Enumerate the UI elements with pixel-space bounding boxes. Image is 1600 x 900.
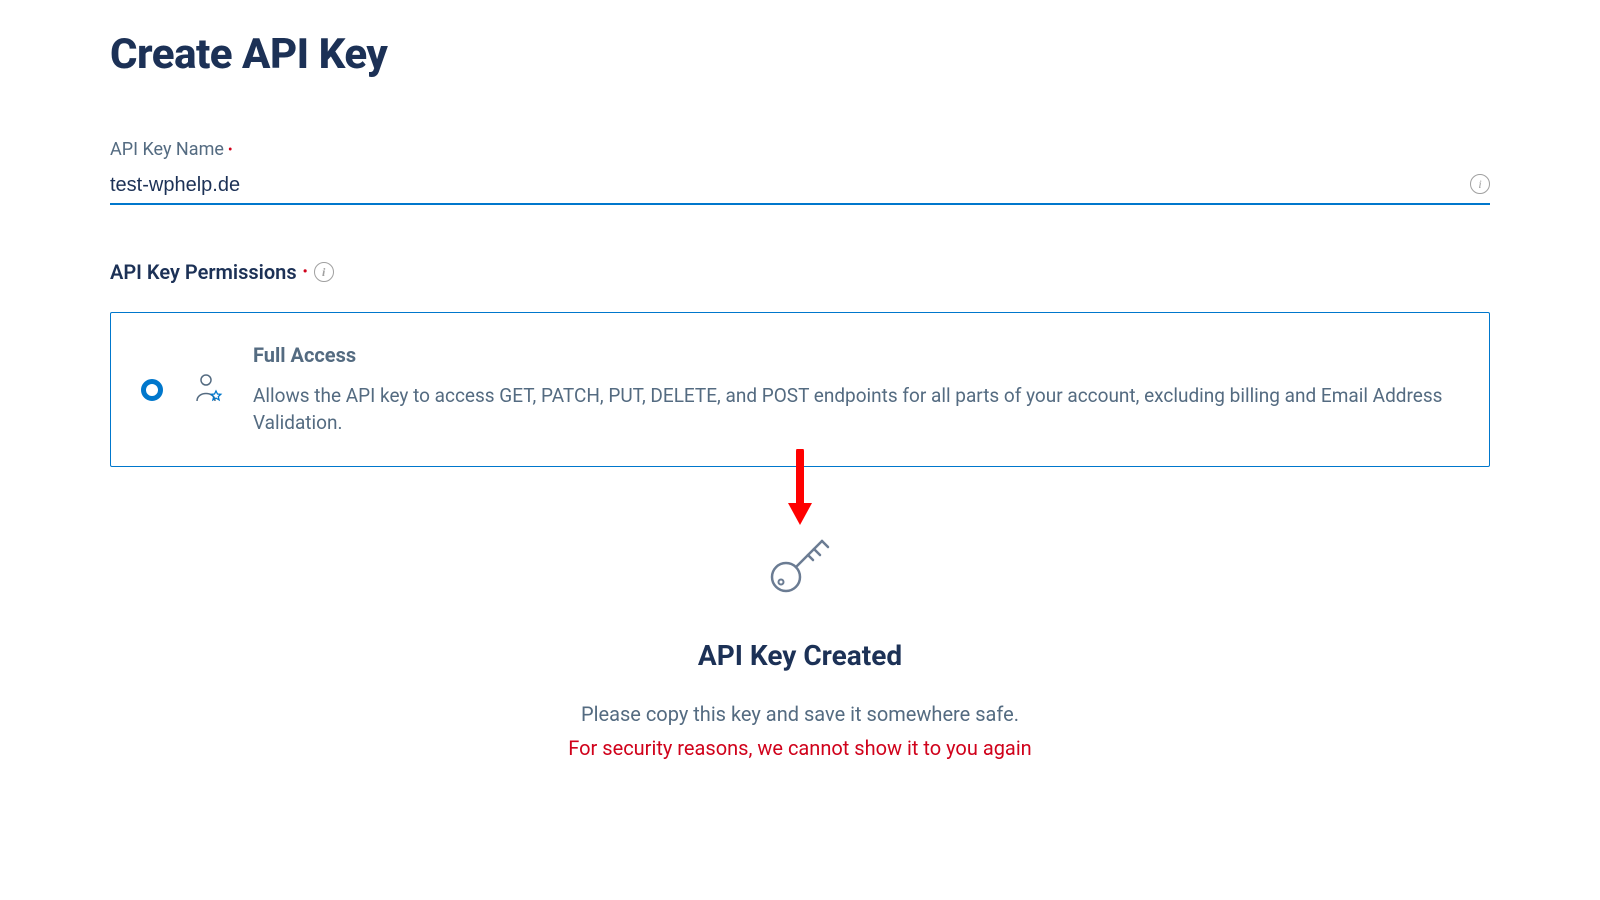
permissions-header-text: API Key Permissions	[110, 260, 297, 284]
arrow-annotation-icon	[110, 449, 1490, 531]
permission-description: Allows the API key to access GET, PATCH,…	[253, 383, 1459, 436]
name-label-text: API Key Name	[110, 139, 224, 160]
required-indicator: •	[303, 265, 308, 279]
radio-selected[interactable]	[141, 379, 163, 401]
key-icon	[110, 527, 1490, 599]
api-key-name-input[interactable]	[110, 168, 1490, 205]
info-icon[interactable]: i	[314, 262, 334, 282]
permission-content: Full Access Allows the API key to access…	[253, 343, 1459, 436]
api-key-name-input-wrapper: i	[110, 168, 1490, 205]
permissions-header: API Key Permissions • i	[110, 260, 1490, 284]
api-key-created-title: API Key Created	[110, 639, 1490, 672]
page-title: Create API Key	[110, 30, 1490, 79]
permission-title: Full Access	[253, 343, 1459, 367]
permission-option-full-access[interactable]: Full Access Allows the API key to access…	[110, 312, 1490, 467]
person-star-icon	[191, 371, 225, 409]
info-icon[interactable]: i	[1470, 174, 1490, 194]
required-indicator: •	[228, 143, 233, 157]
api-key-name-label: API Key Name •	[110, 139, 1490, 160]
api-key-created-instruction: Please copy this key and save it somewhe…	[110, 702, 1490, 726]
api-key-created-warning: For security reasons, we cannot show it …	[110, 736, 1490, 760]
